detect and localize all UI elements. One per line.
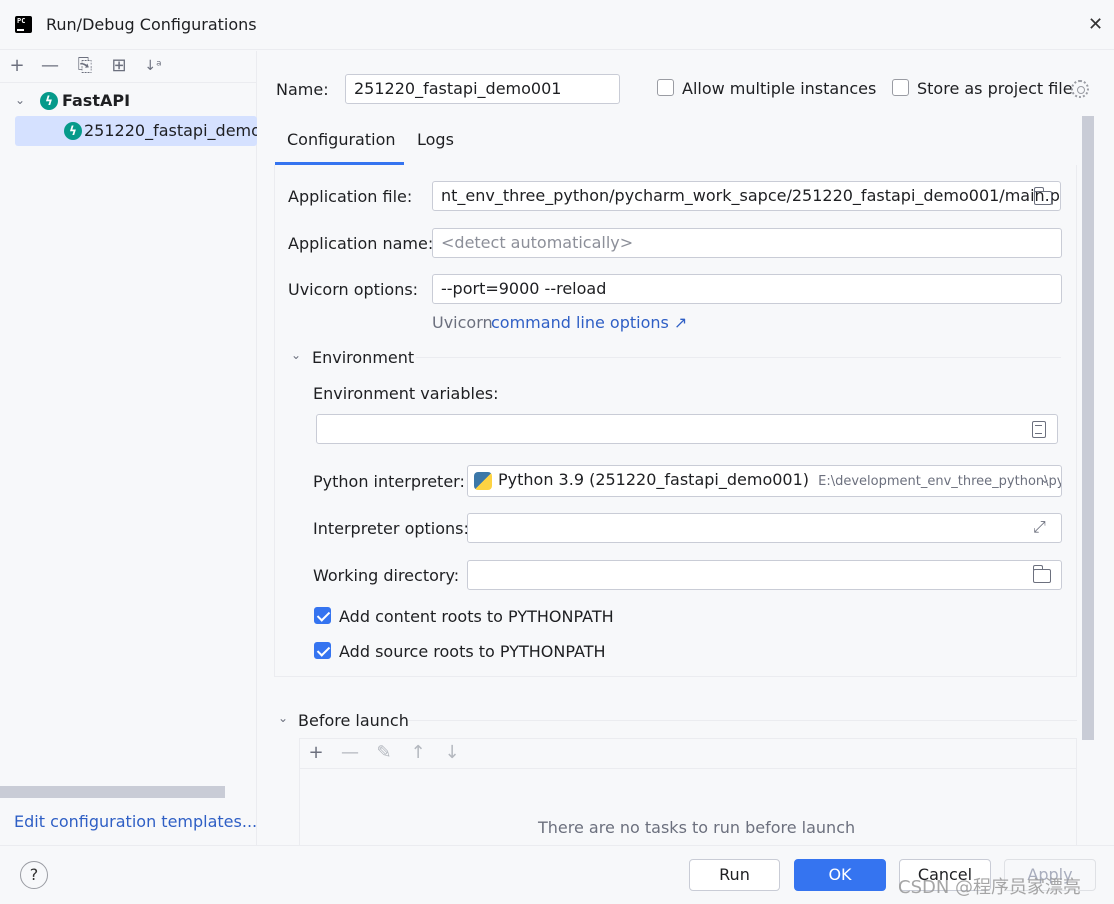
env-vars-edit-icon[interactable] bbox=[1032, 421, 1046, 438]
folder-icon[interactable] bbox=[1032, 565, 1051, 583]
python-icon bbox=[474, 472, 492, 490]
source-roots-label: Add source roots to PYTHONPATH bbox=[339, 642, 606, 661]
toolbar-divider bbox=[0, 82, 257, 83]
window-title: Run/Debug Configurations bbox=[46, 15, 257, 34]
configurations-sidebar bbox=[0, 51, 257, 845]
chevron-down-icon[interactable]: ⌄ bbox=[1040, 472, 1050, 486]
run-button[interactable]: Run bbox=[689, 859, 780, 891]
before-launch-toolbar-divider bbox=[300, 768, 1076, 769]
store-project-checkbox[interactable] bbox=[892, 79, 909, 96]
sort-icon[interactable]: ↓ᵃ bbox=[143, 56, 163, 76]
working-dir-label: Working directory: bbox=[313, 566, 460, 585]
app-name-input[interactable]: <detect automatically> bbox=[432, 228, 1062, 258]
content-roots-label: Add content roots to PYTHONPATH bbox=[339, 607, 614, 626]
before-launch-label[interactable]: Before launch bbox=[298, 711, 409, 730]
tab-logs[interactable]: Logs bbox=[417, 130, 454, 149]
move-down-icon: ↓ bbox=[444, 742, 460, 763]
interpreter-name: Python 3.9 (251220_fastapi_demo001) bbox=[498, 470, 810, 489]
edit-icon: ✎ bbox=[376, 742, 392, 763]
source-roots-checkbox[interactable] bbox=[314, 642, 331, 659]
folder-icon[interactable] bbox=[1033, 187, 1052, 205]
pycharm-app-icon: PC bbox=[13, 14, 34, 35]
tab-configuration[interactable]: Configuration bbox=[287, 130, 396, 149]
fastapi-config-icon: ϟ bbox=[64, 122, 82, 140]
gear-icon[interactable] bbox=[1071, 80, 1089, 98]
expand-icon[interactable]: ⤢ bbox=[1033, 517, 1046, 537]
allow-multiple-label: Allow multiple instances bbox=[682, 79, 877, 98]
remove-icon[interactable]: — bbox=[40, 56, 60, 76]
remove-icon: — bbox=[341, 742, 359, 763]
horizontal-scrollbar[interactable] bbox=[0, 786, 225, 798]
app-name-label: Application name: bbox=[288, 234, 434, 253]
ok-button[interactable]: OK bbox=[794, 859, 886, 891]
edit-templates-link[interactable]: Edit configuration templates... bbox=[14, 812, 257, 831]
add-icon[interactable]: + bbox=[7, 56, 27, 76]
add-icon[interactable]: + bbox=[306, 743, 326, 763]
store-project-label: Store as project file bbox=[917, 79, 1073, 98]
chevron-down-icon[interactable]: ⌄ bbox=[15, 93, 25, 107]
interpreter-path: E:\development_env_three_python\py bbox=[818, 474, 1062, 489]
env-vars-input[interactable] bbox=[316, 414, 1058, 444]
before-launch-divider bbox=[408, 720, 1077, 721]
env-vars-label: Environment variables: bbox=[313, 384, 499, 403]
python-interpreter-label: Python interpreter: bbox=[313, 472, 465, 491]
help-button[interactable]: ? bbox=[20, 861, 48, 889]
copy-icon[interactable]: ⎘ bbox=[75, 56, 95, 76]
app-file-label: Application file: bbox=[288, 187, 413, 206]
close-icon[interactable]: ✕ bbox=[1088, 14, 1103, 35]
fastapi-icon: ϟ bbox=[40, 92, 58, 110]
uvicorn-options-label: Uvicorn options: bbox=[288, 280, 419, 299]
tree-item-config[interactable]: 251220_fastapi_demo001 bbox=[84, 121, 257, 140]
watermark: CSDN @程序员家漂亮 bbox=[898, 877, 1082, 898]
interpreter-options-input[interactable] bbox=[467, 513, 1062, 543]
content-roots-checkbox[interactable] bbox=[314, 607, 331, 624]
name-label: Name: bbox=[276, 80, 329, 99]
allow-multiple-checkbox[interactable] bbox=[657, 79, 674, 96]
tree-item-fastapi[interactable]: FastAPI bbox=[62, 91, 130, 110]
move-up-icon: ↑ bbox=[410, 742, 426, 763]
interpreter-options-label: Interpreter options: bbox=[313, 519, 469, 538]
uvicorn-options-input[interactable]: --port=9000 --reload bbox=[432, 274, 1062, 304]
app-file-input[interactable]: nt_env_three_python/pycharm_work_sapce/2… bbox=[432, 181, 1061, 211]
before-launch-empty-text: There are no tasks to run before launch bbox=[538, 818, 856, 837]
working-dir-input[interactable] bbox=[467, 560, 1062, 590]
vertical-scrollbar[interactable] bbox=[1082, 116, 1094, 740]
environment-divider bbox=[416, 357, 1061, 358]
uvicorn-hint-prefix: Uvicorn bbox=[432, 313, 493, 332]
chevron-down-icon[interactable]: ⌄ bbox=[291, 348, 301, 362]
bottom-divider bbox=[0, 845, 1114, 846]
name-input[interactable]: 251220_fastapi_demo001 bbox=[345, 74, 620, 104]
uvicorn-options-link[interactable]: command line options ↗ bbox=[491, 313, 687, 332]
environment-section-label[interactable]: Environment bbox=[312, 348, 414, 367]
python-interpreter-select[interactable]: Python 3.9 (251220_fastapi_demo001) E:\d… bbox=[467, 465, 1062, 497]
chevron-down-icon[interactable]: ⌄ bbox=[278, 711, 288, 725]
new-folder-icon[interactable]: ⊞ bbox=[109, 56, 129, 76]
